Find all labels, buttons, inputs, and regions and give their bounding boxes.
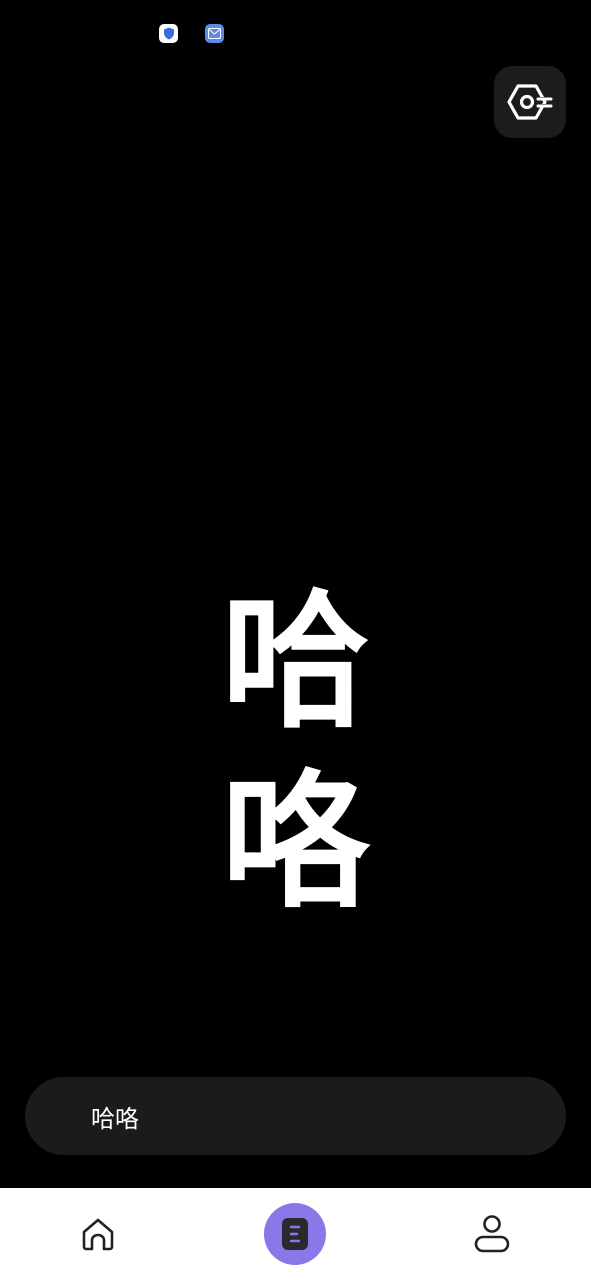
nav-document-button[interactable] (264, 1203, 326, 1265)
nav-home-button[interactable] (74, 1210, 122, 1258)
input-text: 哈咯 (91, 1104, 139, 1133)
screen: 哈 咯 哈咯 (0, 0, 591, 1280)
nav-profile-button[interactable] (468, 1210, 516, 1258)
mail-icon (205, 24, 224, 43)
shield-icon (159, 24, 178, 43)
bottom-navigation (0, 1188, 591, 1280)
display-char-2: 咯 (221, 756, 370, 928)
document-icon (282, 1218, 308, 1250)
text-input-field[interactable]: 哈咯 (25, 1077, 566, 1155)
main-display-text: 哈 咯 (0, 572, 591, 932)
profile-icon (474, 1215, 510, 1253)
hex-settings-icon (507, 84, 553, 120)
settings-button[interactable] (494, 66, 566, 138)
display-char-1: 哈 (221, 576, 370, 748)
home-icon (82, 1218, 114, 1251)
